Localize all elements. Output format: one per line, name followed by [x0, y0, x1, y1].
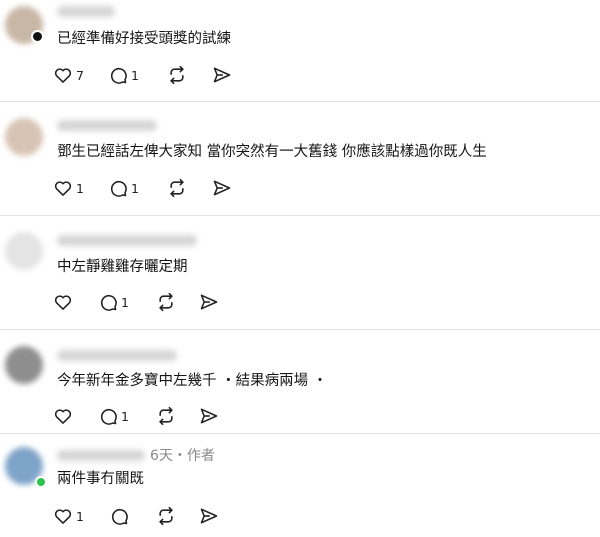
- heart-icon: [53, 292, 73, 312]
- repost-button[interactable]: [156, 505, 176, 527]
- heart-icon: [53, 506, 73, 526]
- comment-icon: [98, 292, 118, 312]
- share-button[interactable]: [199, 405, 219, 427]
- repost-button[interactable]: [156, 405, 176, 427]
- repost-button[interactable]: [156, 291, 176, 313]
- send-icon: [199, 292, 219, 312]
- heart-icon: [53, 65, 73, 85]
- like-count: 7: [76, 67, 84, 83]
- username[interactable]: [57, 350, 177, 361]
- send-icon: [212, 178, 232, 198]
- repost-icon: [156, 506, 176, 526]
- heart-icon: [53, 406, 73, 426]
- reply-count: 1: [131, 180, 139, 196]
- reply-button[interactable]: 1: [98, 291, 129, 313]
- reply-button[interactable]: 1: [98, 405, 129, 427]
- divider: [0, 101, 600, 102]
- share-button[interactable]: [212, 64, 232, 86]
- reply-count: 1: [121, 408, 129, 424]
- divider: [0, 433, 600, 434]
- timestamp-author-label: 6天・作者: [150, 448, 215, 464]
- thread-indicator-icon: [31, 30, 44, 43]
- like-button[interactable]: 7: [53, 64, 84, 86]
- comment-text: 中左靜雞雞存曬定期: [57, 259, 188, 275]
- comment-icon: [109, 506, 129, 526]
- repost-icon: [167, 178, 187, 198]
- avatar[interactable]: [5, 232, 43, 270]
- send-icon: [199, 506, 219, 526]
- like-button[interactable]: 1: [53, 177, 84, 199]
- divider: [0, 329, 600, 330]
- send-icon: [212, 65, 232, 85]
- repost-icon: [156, 406, 176, 426]
- username[interactable]: [57, 6, 115, 17]
- comment-icon: [108, 178, 128, 198]
- comment-text: 今年新年金多寶中左幾千 ・結果病兩場 ・: [57, 373, 328, 389]
- like-button[interactable]: [53, 291, 76, 313]
- share-button[interactable]: [199, 291, 219, 313]
- avatar[interactable]: [5, 118, 43, 156]
- username[interactable]: [57, 235, 197, 246]
- repost-icon: [156, 292, 176, 312]
- comment-text: 鄧生已經話左俾大家知 當你突然有一大舊錢 你應該點樣過你既人生: [57, 144, 487, 160]
- reply-count: 1: [131, 67, 139, 83]
- comment-text: 兩件事冇關既: [57, 471, 144, 487]
- comment-icon: [98, 406, 118, 426]
- heart-icon: [53, 178, 73, 198]
- reply-button[interactable]: 1: [108, 64, 139, 86]
- like-count: 1: [76, 180, 84, 196]
- online-status-icon: [35, 476, 47, 488]
- repost-icon: [167, 65, 187, 85]
- avatar[interactable]: [5, 346, 43, 384]
- repost-button[interactable]: [167, 64, 187, 86]
- divider: [0, 215, 600, 216]
- share-button[interactable]: [212, 177, 232, 199]
- reply-count: 1: [121, 294, 129, 310]
- reply-button[interactable]: 1: [108, 177, 139, 199]
- comment-icon: [108, 65, 128, 85]
- send-icon: [199, 406, 219, 426]
- reply-button[interactable]: [109, 505, 132, 527]
- username[interactable]: [57, 450, 145, 461]
- like-count: 1: [76, 508, 84, 524]
- like-button[interactable]: [53, 405, 76, 427]
- comment-text: 已經準備好接受頭獎的試練: [57, 31, 231, 47]
- share-button[interactable]: [199, 505, 219, 527]
- repost-button[interactable]: [167, 177, 187, 199]
- like-button[interactable]: 1: [53, 505, 84, 527]
- username[interactable]: [57, 120, 157, 131]
